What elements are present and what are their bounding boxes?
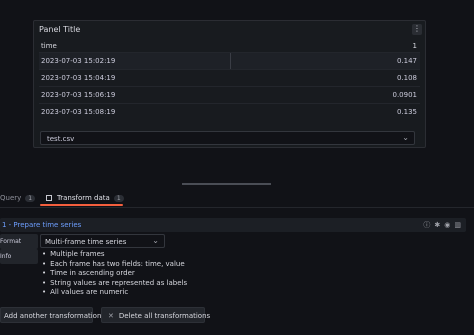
tab-query[interactable]: Query 1 — [0, 194, 36, 202]
panel-title: Panel Title — [39, 25, 81, 34]
cell-time: 2023-07-03 15:08:19 — [41, 108, 116, 116]
cell-value: 0.147 — [396, 57, 417, 65]
format-select[interactable]: Multi-frame time series ⌄ — [40, 234, 165, 248]
transform-icon — [46, 195, 52, 201]
frame-select[interactable]: test.csv ⌄ — [40, 131, 415, 145]
info-item: All values are numeric — [42, 288, 187, 298]
tab-transform-label: Transform data — [57, 194, 110, 202]
tab-transform-data[interactable]: Transform data 1 — [46, 194, 124, 202]
info-label: Info — [0, 249, 38, 264]
info-item: Multiple frames — [42, 250, 187, 260]
eye-icon[interactable]: ◉ — [444, 221, 450, 229]
format-select-value: Multi-frame time series — [45, 238, 127, 246]
cell-time: 2023-07-03 15:06:19 — [41, 91, 116, 99]
delete-all-transformations-button[interactable]: ✕ Delete all transformations — [101, 307, 210, 323]
info-item: Time in ascending order — [42, 269, 187, 279]
tab-transform-count: 1 — [113, 195, 124, 202]
frame-select-value: test.csv — [47, 135, 75, 143]
column-header-value[interactable]: 1 — [413, 42, 417, 50]
column-resize-handle[interactable] — [230, 53, 231, 69]
table-row[interactable]: 2023-07-03 15:02:19 0.147 — [39, 52, 420, 69]
cell-time: 2023-07-03 15:04:19 — [41, 74, 116, 82]
question-circle-icon[interactable]: ⓘ — [423, 221, 430, 229]
format-label: Format — [0, 234, 38, 249]
column-header-time[interactable]: time — [41, 42, 57, 50]
cell-value: 0.135 — [396, 108, 417, 116]
chevron-down-icon: ⌄ — [152, 236, 159, 245]
trash-icon[interactable]: ▥ — [454, 221, 461, 229]
cell-value: 0.108 — [396, 74, 417, 82]
table-row[interactable]: 2023-07-03 15:04:19 0.108 — [39, 69, 420, 86]
delete-all-label: Delete all transformations — [118, 312, 211, 320]
info-item: Each frame has two fields: time, value — [42, 260, 187, 270]
close-icon: ✕ — [108, 312, 114, 320]
tab-query-count: 1 — [25, 195, 36, 202]
bug-icon[interactable]: ✱ — [434, 221, 440, 229]
cell-value: 0.0901 — [392, 91, 418, 99]
transformation-actions: ⓘ ✱ ◉ ▥ — [419, 220, 461, 230]
panel: Panel Title ⋮ time 1 2023-07-03 15:02:19… — [33, 20, 426, 148]
tab-query-label: Query — [0, 194, 22, 202]
tab-divider — [0, 207, 474, 208]
info-item: String values are represented as labels — [42, 279, 187, 289]
cell-time: 2023-07-03 15:02:19 — [41, 57, 116, 65]
pane-resize-handle[interactable] — [182, 183, 271, 185]
transformation-header[interactable]: 1 - Prepare time series ⓘ ✱ ◉ ▥ — [0, 218, 466, 232]
panel-menu-icon[interactable]: ⋮ — [412, 24, 422, 35]
info-list: Multiple frames Each frame has two field… — [42, 250, 187, 298]
table-row[interactable]: 2023-07-03 15:08:19 0.135 — [39, 103, 420, 120]
add-transformation-label: Add another transformation — [4, 312, 102, 320]
table-row[interactable]: 2023-07-03 15:06:19 0.0901 — [39, 86, 420, 103]
transformation-title: 1 - Prepare time series — [2, 221, 82, 229]
chevron-down-icon: ⌄ — [402, 133, 409, 142]
add-transformation-button[interactable]: Add another transformation — [0, 307, 101, 323]
active-tab-indicator — [40, 204, 123, 206]
